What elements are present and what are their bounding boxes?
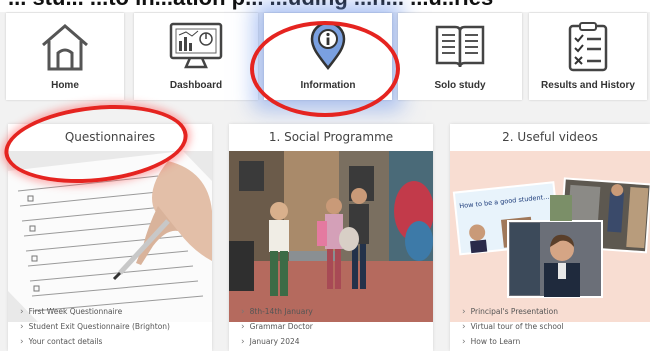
dashboard-icon — [169, 22, 223, 69]
link-8th-14th-january[interactable]: 8th-14th January — [241, 304, 313, 319]
nav-dashboard[interactable]: Dashboard — [134, 13, 258, 100]
book-icon — [435, 25, 485, 68]
checklist-icon — [568, 22, 608, 72]
link-virtual-tour[interactable]: Virtual tour of the school — [462, 319, 564, 334]
nav-home-label: Home — [51, 80, 79, 91]
nav-results-history[interactable]: Results and History — [529, 13, 647, 100]
nav-home[interactable]: Home — [6, 13, 124, 100]
card-title: Questionnaires — [64, 130, 156, 144]
nav-solo-study-label: Solo study — [434, 80, 486, 91]
nav-results-history-label: Results and History — [541, 80, 635, 91]
nav-information-label: Information — [300, 80, 356, 91]
home-icon — [42, 24, 88, 71]
card-links: Principal's Presentation Virtual tour of… — [462, 304, 564, 349]
card-social-programme[interactable]: 1. Social Programme › 8th-14th January ›… — [229, 124, 433, 351]
link-student-exit-questionnaire[interactable]: Student Exit Questionnaire (Brighton) — [20, 319, 170, 334]
card-useful-videos[interactable]: 2. Useful videos How to be a good studen… — [450, 124, 650, 351]
videos-collage-image: How to be a good student... — [450, 151, 650, 322]
nav-solo-study[interactable]: Solo study — [398, 13, 522, 100]
nav-information[interactable]: Information — [264, 13, 392, 100]
link-how-to-learn[interactable]: How to Learn — [462, 334, 564, 349]
card-links: 8th-14th January Grammar Doctor January … — [241, 304, 313, 349]
link-principals-presentation[interactable]: Principal's Presentation — [462, 304, 564, 319]
card-links: First Week Questionnaire Student Exit Qu… — [20, 304, 170, 349]
students-street-image — [229, 151, 433, 322]
link-january-2024[interactable]: January 2024 — [241, 334, 313, 349]
main-nav: Home Dashboard Information Solo study Re… — [0, 12, 650, 117]
nav-dashboard-label: Dashboard — [169, 80, 223, 91]
questionnaire-image — [8, 151, 212, 322]
card-title: 1. Social Programme — [268, 130, 394, 144]
info-pin-icon — [310, 21, 346, 71]
card-questionnaires[interactable]: Questionnaires First Week Questionnaire — [8, 124, 212, 351]
link-contact-details[interactable]: Your contact details — [20, 334, 170, 349]
card-title: 2. Useful videos — [502, 130, 598, 144]
link-grammar-doctor[interactable]: Grammar Doctor — [241, 319, 313, 334]
cropped-banner-text: ... stu... ...to in...ation p... ...udin… — [0, 0, 650, 12]
link-first-week-questionnaire[interactable]: First Week Questionnaire — [20, 304, 170, 319]
